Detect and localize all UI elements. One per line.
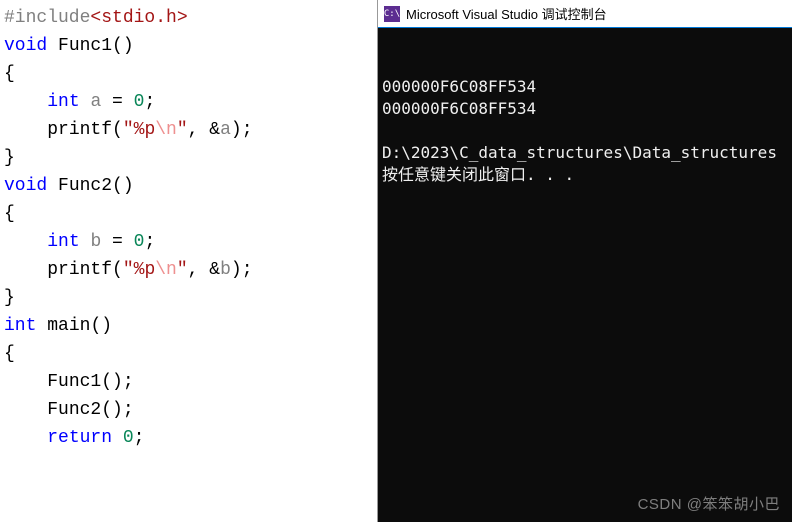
code-token: (	[112, 260, 123, 280]
code-token: b	[220, 260, 231, 280]
code-token: ;	[134, 428, 145, 448]
code-line: }	[0, 144, 377, 172]
console-title-text: Microsoft Visual Studio 调试控制台	[406, 4, 607, 23]
code-token: return	[47, 428, 112, 448]
code-token: ();	[101, 400, 133, 420]
code-token: a	[220, 120, 231, 140]
code-token: Func2	[58, 176, 112, 196]
code-token: printf	[47, 120, 112, 140]
code-token: }	[4, 288, 15, 308]
code-token	[4, 400, 47, 420]
code-token	[47, 36, 58, 56]
code-token: void	[4, 176, 47, 196]
code-token: ()	[112, 176, 134, 196]
code-token: (	[112, 120, 123, 140]
code-line: {	[0, 340, 377, 368]
console-panel: C:\ Microsoft Visual Studio 调试控制台 000000…	[378, 0, 792, 522]
code-line: printf("%p\n", &b);	[0, 256, 377, 284]
code-token: "	[177, 120, 188, 140]
code-token: int	[47, 92, 79, 112]
code-token: {	[4, 204, 15, 224]
code-token: main	[47, 316, 90, 336]
code-token	[112, 428, 123, 448]
code-token: , &	[188, 260, 220, 280]
code-line: printf("%p\n", &a);	[0, 116, 377, 144]
code-line: Func2();	[0, 396, 377, 424]
code-line: int b = 0;	[0, 228, 377, 256]
code-token: Func1	[47, 372, 101, 392]
code-token: int	[47, 232, 79, 252]
code-token: =	[101, 232, 133, 252]
code-token	[80, 92, 91, 112]
code-editor-panel: #include<stdio.h>void Func1(){ int a = 0…	[0, 0, 378, 522]
code-token: {	[4, 64, 15, 84]
code-token: ;	[144, 92, 155, 112]
code-token: printf	[47, 260, 112, 280]
code-token	[36, 316, 47, 336]
visual-studio-icon: C:\	[384, 6, 400, 22]
code-token: ;	[144, 232, 155, 252]
code-token: a	[90, 92, 101, 112]
code-token: }	[4, 148, 15, 168]
code-token	[4, 260, 47, 280]
code-token: b	[90, 232, 101, 252]
code-token	[47, 176, 58, 196]
code-token: );	[231, 260, 253, 280]
console-output-line: D:\2023\C_data_structures\Data_structure…	[382, 142, 788, 164]
code-token	[4, 232, 47, 252]
code-token: "%p	[123, 260, 155, 280]
code-token: , &	[188, 120, 220, 140]
code-token: "%p	[123, 120, 155, 140]
console-title-bar[interactable]: C:\ Microsoft Visual Studio 调试控制台	[378, 0, 792, 28]
code-token: ();	[101, 372, 133, 392]
code-token: "	[177, 260, 188, 280]
code-token: 0	[134, 92, 145, 112]
code-token: Func2	[47, 400, 101, 420]
code-token	[4, 92, 47, 112]
code-token: void	[4, 36, 47, 56]
code-token	[4, 372, 47, 392]
console-output-line: 按任意键关闭此窗口. . .	[382, 164, 788, 186]
code-token: \n	[155, 120, 177, 140]
code-token	[4, 428, 47, 448]
code-line: return 0;	[0, 424, 377, 452]
code-token: ()	[90, 316, 112, 336]
code-token: #include	[4, 8, 90, 28]
code-line: {	[0, 60, 377, 88]
code-line: int main()	[0, 312, 377, 340]
code-line: int a = 0;	[0, 88, 377, 116]
console-output-line	[382, 120, 788, 142]
console-output-line: 000000F6C08FF534	[382, 98, 788, 120]
code-token: Func1	[58, 36, 112, 56]
code-token	[80, 232, 91, 252]
code-token	[4, 120, 47, 140]
code-line: {	[0, 200, 377, 228]
code-token: 0	[134, 232, 145, 252]
code-token: {	[4, 344, 15, 364]
code-token: <stdio.h>	[90, 8, 187, 28]
code-line: Func1();	[0, 368, 377, 396]
code-token: 0	[123, 428, 134, 448]
code-token: ()	[112, 36, 134, 56]
console-output-line: 000000F6C08FF534	[382, 76, 788, 98]
code-line: void Func2()	[0, 172, 377, 200]
code-token: int	[4, 316, 36, 336]
code-token: =	[101, 92, 133, 112]
code-token: );	[231, 120, 253, 140]
code-line: }	[0, 284, 377, 312]
code-line: void Func1()	[0, 32, 377, 60]
code-line: #include<stdio.h>	[0, 4, 377, 32]
code-token: \n	[155, 260, 177, 280]
console-output[interactable]: 000000F6C08FF534000000F6C08FF534 D:\2023…	[378, 28, 792, 522]
